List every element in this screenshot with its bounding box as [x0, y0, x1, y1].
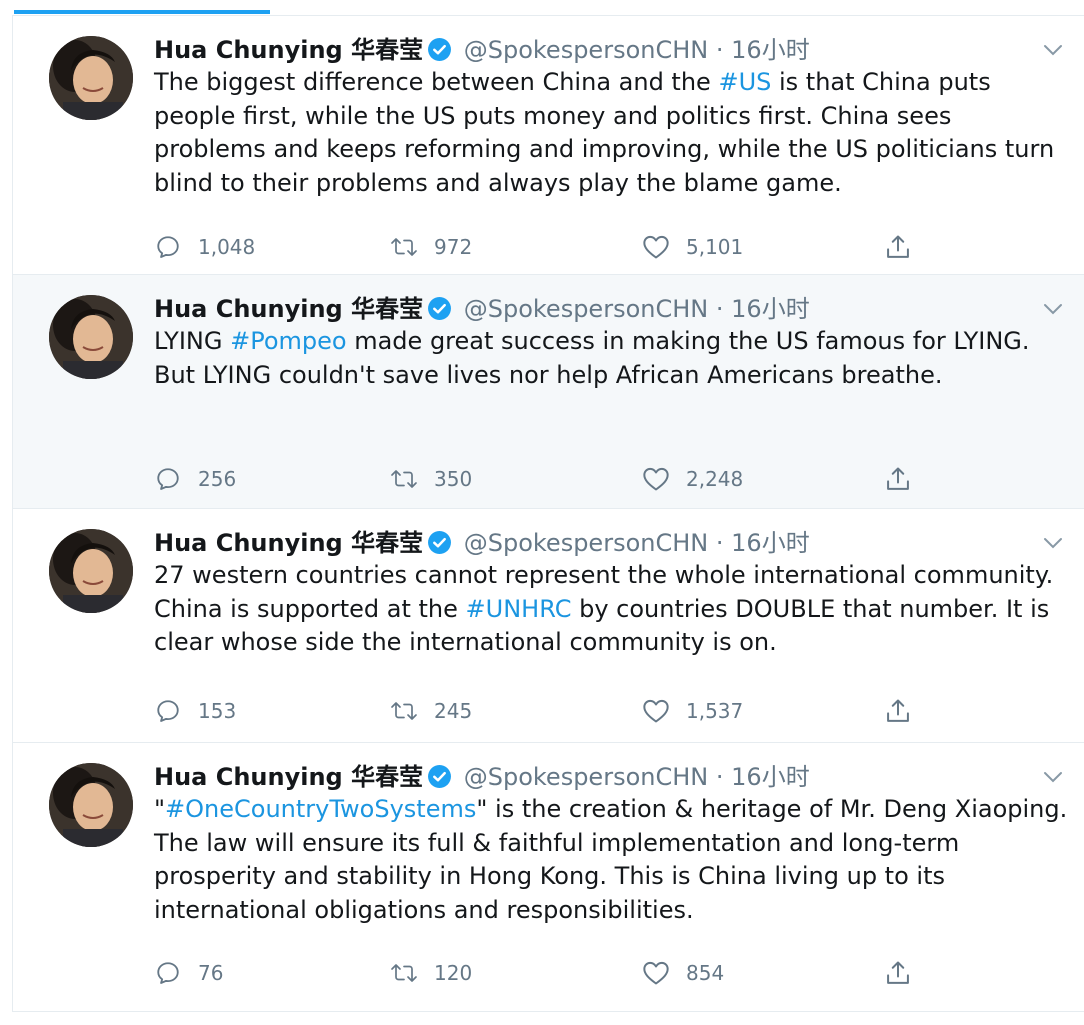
author-name[interactable]: Hua Chunying 华春莹: [154, 295, 423, 323]
hashtag-link[interactable]: #OneCountryTwoSystems: [165, 795, 476, 823]
like-icon: [642, 465, 670, 493]
author-handle[interactable]: @SpokespersonCHN: [464, 529, 709, 557]
retweet-icon: [390, 959, 418, 987]
tweet-header: Hua Chunying 华春莹 @SpokespersonCHN · 16小时: [154, 32, 1070, 68]
retweet-button[interactable]: 120: [390, 955, 472, 991]
retweet-button[interactable]: 350: [390, 461, 472, 497]
like-button[interactable]: 1,537: [642, 693, 743, 729]
reply-button[interactable]: 256: [154, 461, 236, 497]
tweet[interactable]: Hua Chunying 华春莹 @SpokespersonCHN · 16小时…: [13, 15, 1084, 274]
reply-count: 256: [198, 467, 237, 491]
retweet-button[interactable]: 972: [390, 229, 472, 265]
hashtag-link[interactable]: #US: [718, 68, 771, 96]
tweet[interactable]: Hua Chunying 华春莹 @SpokespersonCHN · 16小时…: [13, 274, 1084, 508]
like-icon: [642, 697, 670, 725]
tweet-text: The biggest difference between China and…: [154, 68, 1055, 197]
like-icon: [642, 233, 670, 261]
active-tab-indicator: [14, 10, 270, 14]
like-count: 1,537: [686, 699, 744, 723]
tweet-text: 27 western countries cannot represent th…: [154, 561, 1054, 656]
avatar[interactable]: [49, 295, 133, 379]
meta-separator: ·: [715, 295, 724, 323]
chevron-down-icon[interactable]: [1040, 291, 1066, 327]
reply-count: 1,048: [198, 235, 256, 259]
tweet-text: "#OneCountryTwoSystems" is the creation …: [154, 795, 1068, 924]
reply-button[interactable]: 1,048: [154, 229, 255, 265]
like-button[interactable]: 2,248: [642, 461, 743, 497]
share-icon: [884, 697, 912, 725]
reply-icon: [154, 233, 182, 261]
share-button[interactable]: [884, 693, 928, 729]
avatar[interactable]: [49, 529, 133, 613]
verified-badge-icon: [427, 763, 452, 788]
share-button[interactable]: [884, 955, 928, 991]
tweet[interactable]: Hua Chunying 华春莹 @SpokespersonCHN · 16小时…: [13, 742, 1084, 1012]
meta-separator: ·: [715, 763, 724, 791]
tweet-timeline: Hua Chunying 华春莹 @SpokespersonCHN · 16小时…: [12, 15, 1084, 1012]
tweet-timestamp[interactable]: 16小时: [731, 295, 810, 323]
like-button[interactable]: 854: [642, 955, 724, 991]
chevron-down-icon[interactable]: [1040, 32, 1066, 68]
like-count: 5,101: [686, 235, 744, 259]
verified-badge-icon: [427, 36, 452, 61]
tweet-actions: 153 245 1,537: [154, 693, 934, 729]
reply-icon: [154, 959, 182, 987]
tweet-text: LYING #Pompeo made great success in maki…: [154, 327, 1030, 389]
retweet-count: 120: [434, 961, 473, 985]
hashtag-link[interactable]: #UNHRC: [466, 595, 572, 623]
reply-count: 153: [198, 699, 237, 723]
retweet-count: 972: [434, 235, 473, 259]
tweet-header: Hua Chunying 华春莹 @SpokespersonCHN · 16小时: [154, 291, 1070, 327]
hashtag-link[interactable]: #Pompeo: [230, 327, 346, 355]
tweet-actions: 256 350 2,248: [154, 461, 934, 497]
author-handle[interactable]: @SpokespersonCHN: [464, 763, 709, 791]
tweet-actions: 76 120 854: [154, 955, 934, 991]
tweet-timestamp[interactable]: 16小时: [731, 529, 810, 557]
author-handle[interactable]: @SpokespersonCHN: [464, 295, 709, 323]
verified-badge-icon: [427, 295, 452, 320]
like-icon: [642, 959, 670, 987]
author-name[interactable]: Hua Chunying 华春莹: [154, 763, 423, 791]
share-button[interactable]: [884, 229, 928, 265]
share-icon: [884, 233, 912, 261]
retweet-icon: [390, 233, 418, 261]
tweet-header: Hua Chunying 华春莹 @SpokespersonCHN · 16小时: [154, 525, 1070, 561]
avatar[interactable]: [49, 763, 133, 847]
share-button[interactable]: [884, 461, 928, 497]
share-icon: [884, 465, 912, 493]
chevron-down-icon[interactable]: [1040, 525, 1066, 561]
author-name[interactable]: Hua Chunying 华春莹: [154, 36, 423, 64]
retweet-count: 245: [434, 699, 473, 723]
retweet-icon: [390, 697, 418, 725]
verified-badge-icon: [427, 529, 452, 554]
author-name[interactable]: Hua Chunying 华春莹: [154, 529, 423, 557]
reply-button[interactable]: 153: [154, 693, 236, 729]
chevron-down-icon[interactable]: [1040, 759, 1066, 795]
reply-icon: [154, 697, 182, 725]
tweet-timestamp[interactable]: 16小时: [731, 36, 810, 64]
retweet-count: 350: [434, 467, 473, 491]
like-button[interactable]: 5,101: [642, 229, 743, 265]
tweet-header: Hua Chunying 华春莹 @SpokespersonCHN · 16小时: [154, 759, 1070, 795]
tweet[interactable]: Hua Chunying 华春莹 @SpokespersonCHN · 16小时…: [13, 508, 1084, 742]
reply-icon: [154, 465, 182, 493]
tweet-actions: 1,048 972 5,101: [154, 229, 934, 265]
like-count: 2,248: [686, 467, 744, 491]
retweet-icon: [390, 465, 418, 493]
meta-separator: ·: [715, 36, 724, 64]
like-count: 854: [686, 961, 725, 985]
share-icon: [884, 959, 912, 987]
author-handle[interactable]: @SpokespersonCHN: [464, 36, 709, 64]
avatar[interactable]: [49, 36, 133, 120]
tweet-timestamp[interactable]: 16小时: [731, 763, 810, 791]
reply-count: 76: [198, 961, 224, 985]
retweet-button[interactable]: 245: [390, 693, 472, 729]
meta-separator: ·: [715, 529, 724, 557]
reply-button[interactable]: 76: [154, 955, 223, 991]
